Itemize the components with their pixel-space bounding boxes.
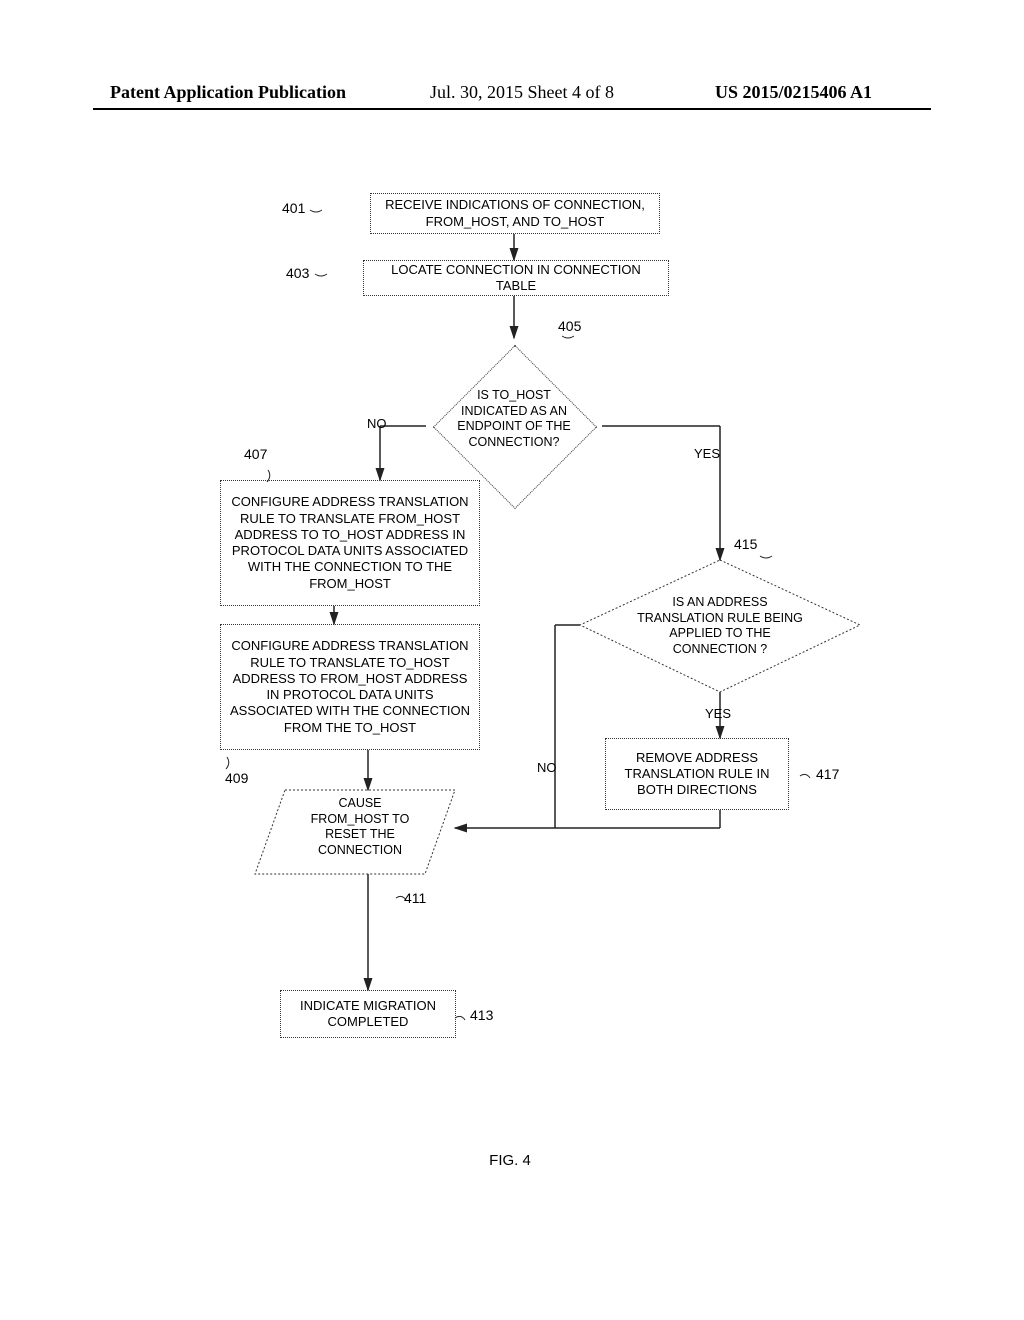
step-401-text: RECEIVE INDICATIONS OF CONNECTION, FROM_…	[377, 197, 653, 230]
ref-405: 405	[558, 318, 581, 334]
step-417-text: REMOVE ADDRESS TRANSLATION RULE IN BOTH …	[612, 750, 782, 799]
step-413-text: INDICATE MIGRATION COMPLETED	[287, 998, 449, 1031]
step-403-text: LOCATE CONNECTION IN CONNECTION TABLE	[370, 262, 662, 295]
decision-415-text: IS AN ADDRESS TRANSLATION RULE BEING APP…	[630, 595, 810, 658]
step-411-text: CAUSE FROM_HOST TO RESET THE CONNECTION	[300, 796, 420, 859]
ref-417: 417	[816, 766, 839, 782]
ref-401: 401	[282, 200, 305, 216]
step-417-box: REMOVE ADDRESS TRANSLATION RULE IN BOTH …	[605, 738, 789, 810]
decision-415: IS AN ADDRESS TRANSLATION RULE BEING APP…	[580, 560, 860, 692]
step-409-text: CONFIGURE ADDRESS TRANSLATION RULE TO TR…	[227, 638, 473, 736]
label-yes-405: YES	[694, 446, 720, 461]
ref-415: 415	[734, 536, 757, 552]
step-401-box: RECEIVE INDICATIONS OF CONNECTION, FROM_…	[370, 193, 660, 234]
ref-409: 409	[225, 770, 248, 786]
step-403-box: LOCATE CONNECTION IN CONNECTION TABLE	[363, 260, 669, 296]
ref-403: 403	[286, 265, 309, 281]
decision-405-text: IS TO_HOST INDICATED AS AN ENDPOINT OF T…	[454, 388, 574, 451]
label-no-415: NO	[537, 760, 557, 775]
decision-405: IS TO_HOST INDICATED AS AN ENDPOINT OF T…	[426, 338, 602, 514]
ref-411: 411	[404, 890, 426, 906]
step-409-box: CONFIGURE ADDRESS TRANSLATION RULE TO TR…	[220, 624, 480, 750]
ref-407: 407	[244, 446, 267, 462]
step-413-box: INDICATE MIGRATION COMPLETED	[280, 990, 456, 1038]
figure-caption: FIG. 4	[460, 1152, 560, 1169]
label-yes-415: YES	[705, 706, 731, 721]
label-no-405: NO	[367, 416, 387, 431]
ref-413: 413	[470, 1007, 493, 1023]
